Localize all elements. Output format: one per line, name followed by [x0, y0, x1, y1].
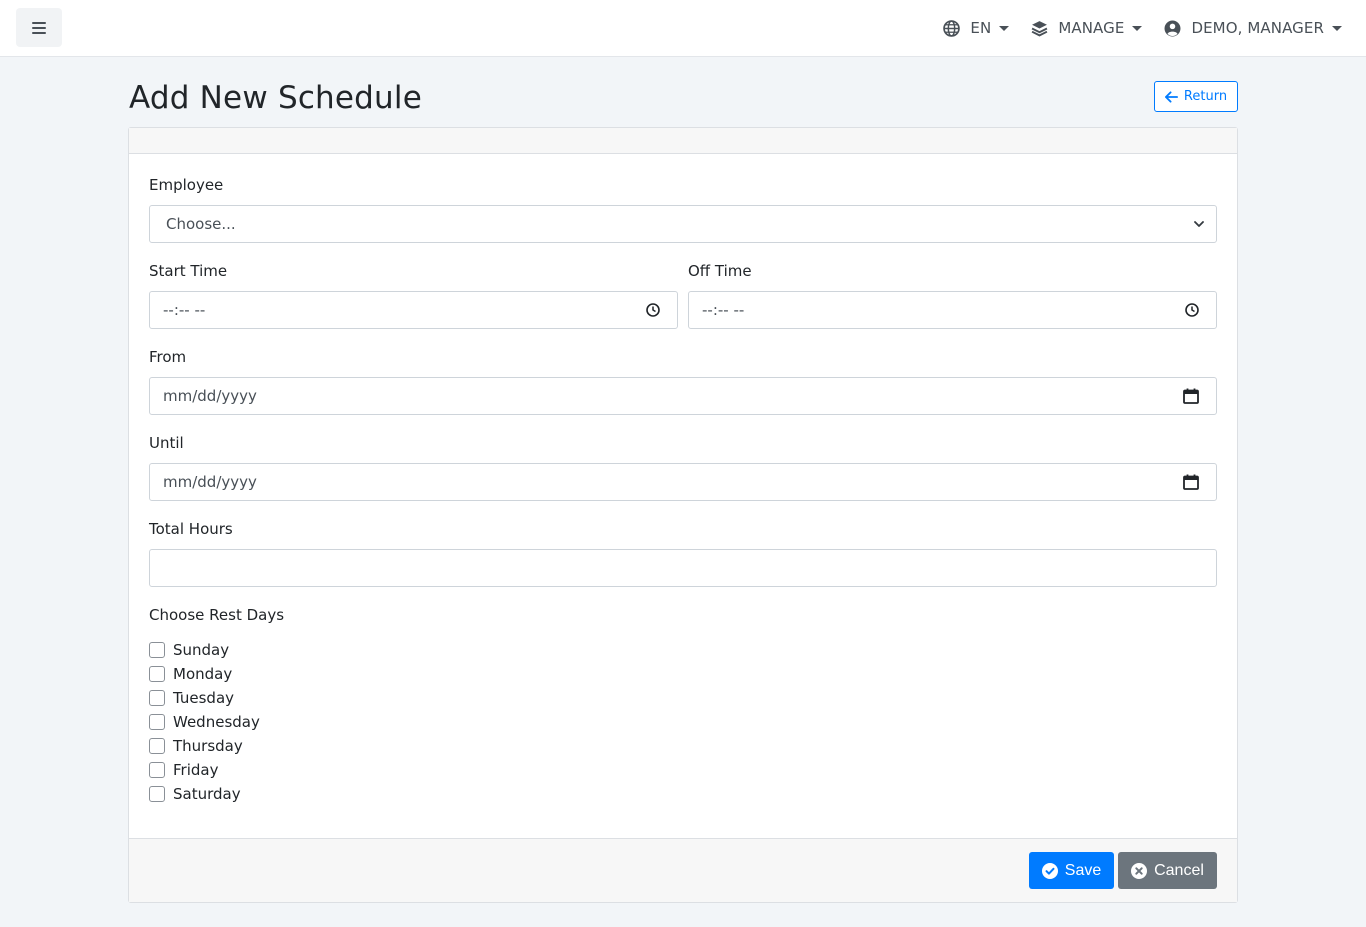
rest-days-list: Sunday Monday Tuesday Wednesday Thursday…: [149, 638, 260, 806]
top-navbar: EN MANAGE DEMO, MANAGER: [0, 0, 1366, 57]
rest-day-saturday[interactable]: Saturday: [149, 782, 260, 806]
return-button[interactable]: Return: [1154, 81, 1238, 112]
manage-label: MANAGE: [1058, 19, 1125, 37]
caret-down-icon: [1132, 25, 1143, 31]
check-circle-icon: [1041, 862, 1058, 879]
rest-day-tuesday[interactable]: Tuesday: [149, 686, 260, 710]
rest-day-label: Tuesday: [173, 689, 235, 707]
checkbox[interactable]: [149, 666, 165, 682]
clock-icon[interactable]: [646, 303, 660, 317]
return-label: Return: [1183, 89, 1228, 104]
rest-day-friday[interactable]: Friday: [149, 758, 260, 782]
start-time-label: Start Time: [149, 262, 228, 280]
chevron-down-icon: [1194, 221, 1204, 227]
caret-down-icon: [1332, 25, 1342, 31]
user-label: DEMO, MANAGER: [1191, 19, 1324, 37]
rest-day-label: Friday: [173, 761, 219, 779]
user-circle-icon: [1164, 20, 1181, 36]
manage-dropdown[interactable]: MANAGE: [1031, 0, 1143, 56]
arrow-left-icon: [1164, 90, 1178, 103]
off-time-input[interactable]: --:-- --: [688, 291, 1217, 329]
hamburger-icon: [32, 21, 46, 34]
rest-day-monday[interactable]: Monday: [149, 662, 260, 686]
save-button[interactable]: Save: [1029, 852, 1114, 889]
cancel-label: Cancel: [1154, 861, 1204, 879]
save-label: Save: [1064, 861, 1102, 879]
language-label: EN: [970, 19, 992, 37]
rest-day-label: Thursday: [173, 737, 243, 755]
off-time-value: --:-- --: [702, 301, 745, 319]
card-header: [129, 128, 1237, 154]
rest-day-label: Wednesday: [173, 713, 260, 731]
start-time-input[interactable]: --:-- --: [149, 291, 678, 329]
rest-days-label: Choose Rest Days: [149, 606, 285, 624]
from-date-input[interactable]: mm/dd/yyyy: [149, 377, 1217, 415]
checkbox[interactable]: [149, 642, 165, 658]
globe-icon: [943, 19, 961, 37]
total-hours-label: Total Hours: [149, 520, 233, 538]
user-dropdown[interactable]: DEMO, MANAGER: [1164, 0, 1342, 56]
caret-down-icon: [999, 25, 1010, 31]
checkbox[interactable]: [149, 786, 165, 802]
from-date-value: mm/dd/yyyy: [163, 387, 257, 405]
cancel-button[interactable]: Cancel: [1118, 852, 1217, 889]
layers-icon: [1031, 20, 1048, 36]
rest-day-sunday[interactable]: Sunday: [149, 638, 260, 662]
rest-day-thursday[interactable]: Thursday: [149, 734, 260, 758]
navbar-right-menu: EN MANAGE DEMO, MANAGER: [943, 0, 1366, 56]
checkbox[interactable]: [149, 690, 165, 706]
rest-day-label: Monday: [173, 665, 233, 683]
clock-icon[interactable]: [1185, 303, 1199, 317]
calendar-icon[interactable]: [1183, 474, 1199, 490]
employee-select[interactable]: Choose...: [149, 205, 1217, 243]
language-dropdown[interactable]: EN: [943, 0, 1010, 56]
until-date-value: mm/dd/yyyy: [163, 473, 257, 491]
rest-day-label: Saturday: [173, 785, 241, 803]
until-date-input[interactable]: mm/dd/yyyy: [149, 463, 1217, 501]
checkbox[interactable]: [149, 738, 165, 754]
calendar-icon[interactable]: [1183, 388, 1199, 404]
employee-label: Employee: [149, 176, 224, 194]
rest-day-wednesday[interactable]: Wednesday: [149, 710, 260, 734]
rest-day-label: Sunday: [173, 641, 230, 659]
employee-select-value: Choose...: [166, 215, 236, 233]
checkbox[interactable]: [149, 762, 165, 778]
sidebar-toggle-button[interactable]: [16, 8, 62, 47]
off-time-label: Off Time: [688, 262, 752, 280]
page-title: Add New Schedule: [129, 80, 422, 116]
checkbox[interactable]: [149, 714, 165, 730]
times-circle-icon: [1131, 862, 1148, 879]
schedule-form-card: Employee Choose... Start Time --:-- -- O…: [128, 127, 1238, 903]
until-label: Until: [149, 434, 184, 452]
total-hours-input[interactable]: [149, 549, 1217, 587]
from-label: From: [149, 348, 187, 366]
start-time-value: --:-- --: [163, 301, 206, 319]
